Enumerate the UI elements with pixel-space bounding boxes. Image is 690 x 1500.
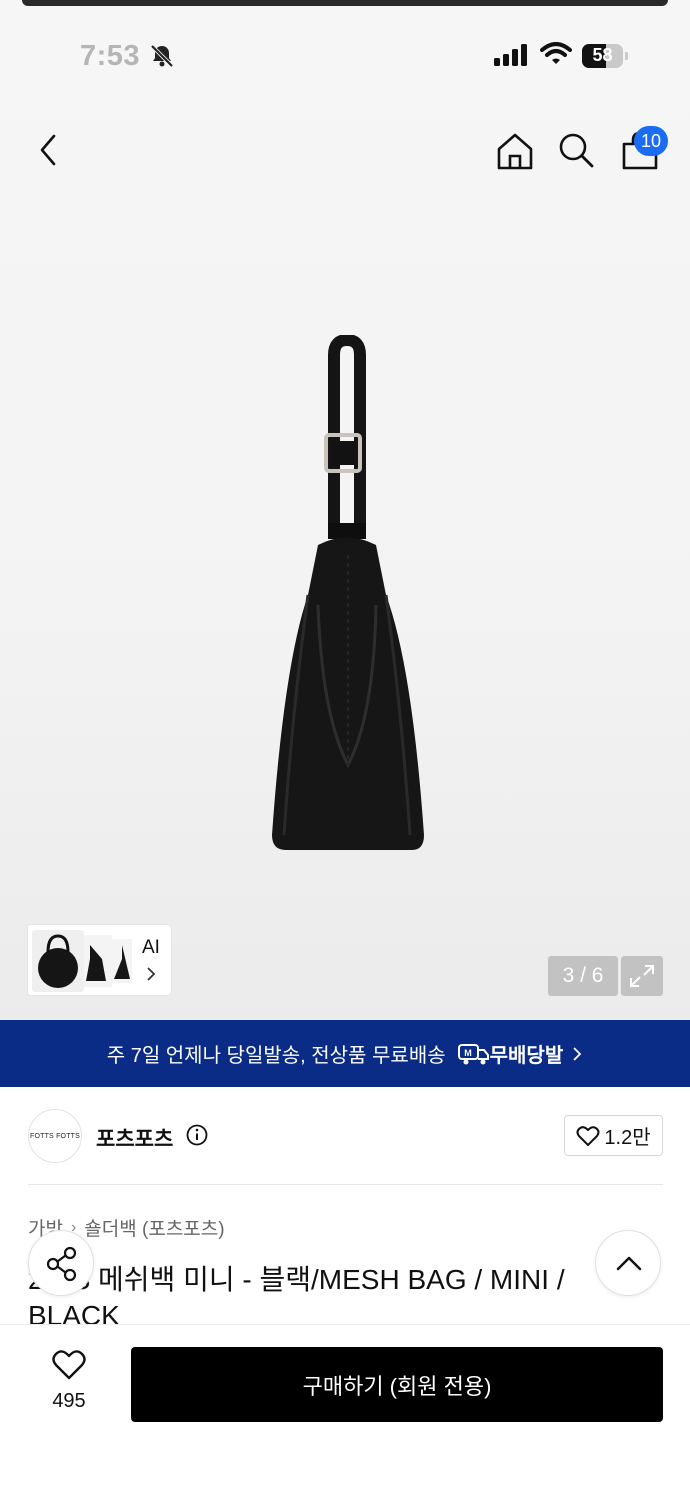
- product-image: [272, 335, 424, 850]
- delivery-truck-icon: M: [457, 1043, 489, 1064]
- bell-slash-icon: [150, 44, 174, 68]
- battery-icon: 58: [582, 44, 628, 68]
- cart-count-badge: 10: [634, 126, 668, 156]
- svg-text:M: M: [464, 1048, 472, 1058]
- wish-button[interactable]: 495: [36, 1349, 102, 1413]
- brand-name[interactable]: 포츠포츠: [96, 1123, 173, 1153]
- brand-logo[interactable]: FOTTS FOTTS: [28, 1109, 82, 1163]
- image-counter: 3 / 6: [548, 956, 618, 996]
- delivery-banner[interactable]: 주 7일 언제나 당일발송, 전상품 무료배송 M 무배당발: [0, 1020, 690, 1087]
- battery-percent: 58: [592, 45, 613, 65]
- thumbnail-image[interactable]: [32, 930, 84, 992]
- bottom-action-bar: 495 구매하기 (회원 전용): [0, 1324, 690, 1500]
- brand-like-count: 1.2만: [604, 1127, 651, 1149]
- heart-icon: [576, 1125, 600, 1146]
- thumbnail-strip[interactable]: AI: [27, 924, 172, 996]
- heart-icon: [52, 1350, 86, 1380]
- product-title: 2…S 메쉬백 미니 - 블랙/MESH BAG / MINI / BLACK: [28, 1264, 565, 1324]
- brand-row: FOTTS FOTTS 포츠포츠 1.2만: [0, 1087, 690, 1185]
- expand-icon[interactable]: [621, 956, 663, 996]
- search-icon[interactable]: [556, 130, 596, 170]
- info-icon[interactable]: [186, 1124, 208, 1146]
- status-bar: 7:53 58: [0, 30, 690, 82]
- divider: [28, 1184, 663, 1185]
- chevron-up-icon: [616, 1256, 642, 1271]
- chevron-right-icon: [573, 1046, 582, 1061]
- product-image-area[interactable]: 7:53 58 10 AI 3 / 6: [0, 0, 690, 1020]
- brand-like-button[interactable]: 1.2만: [564, 1115, 663, 1156]
- scroll-top-button[interactable]: [595, 1230, 661, 1296]
- thumbnail-image[interactable]: [112, 939, 132, 983]
- signal-icon: [494, 44, 527, 66]
- breadcrumb-item[interactable]: 숄더백 (포츠포츠): [84, 1214, 224, 1241]
- back-icon[interactable]: [30, 128, 70, 172]
- home-icon[interactable]: [494, 130, 536, 172]
- banner-logo-text: 무배당발: [489, 1045, 564, 1067]
- chevron-right-icon: [147, 967, 156, 981]
- share-button[interactable]: [28, 1230, 94, 1296]
- top-handle: [22, 0, 668, 6]
- banner-logo: M 무배당발: [457, 1039, 564, 1068]
- wifi-icon: [540, 42, 572, 64]
- buy-button[interactable]: 구매하기 (회원 전용): [131, 1347, 663, 1422]
- share-icon: [46, 1246, 77, 1282]
- banner-text: 주 7일 언제나 당일발송, 전상품 무료배송: [106, 1045, 446, 1067]
- status-time: 7:53: [80, 40, 141, 72]
- wish-count: 495: [52, 1390, 86, 1412]
- ai-label: AI: [142, 937, 160, 958]
- thumbnail-image[interactable]: [84, 935, 112, 987]
